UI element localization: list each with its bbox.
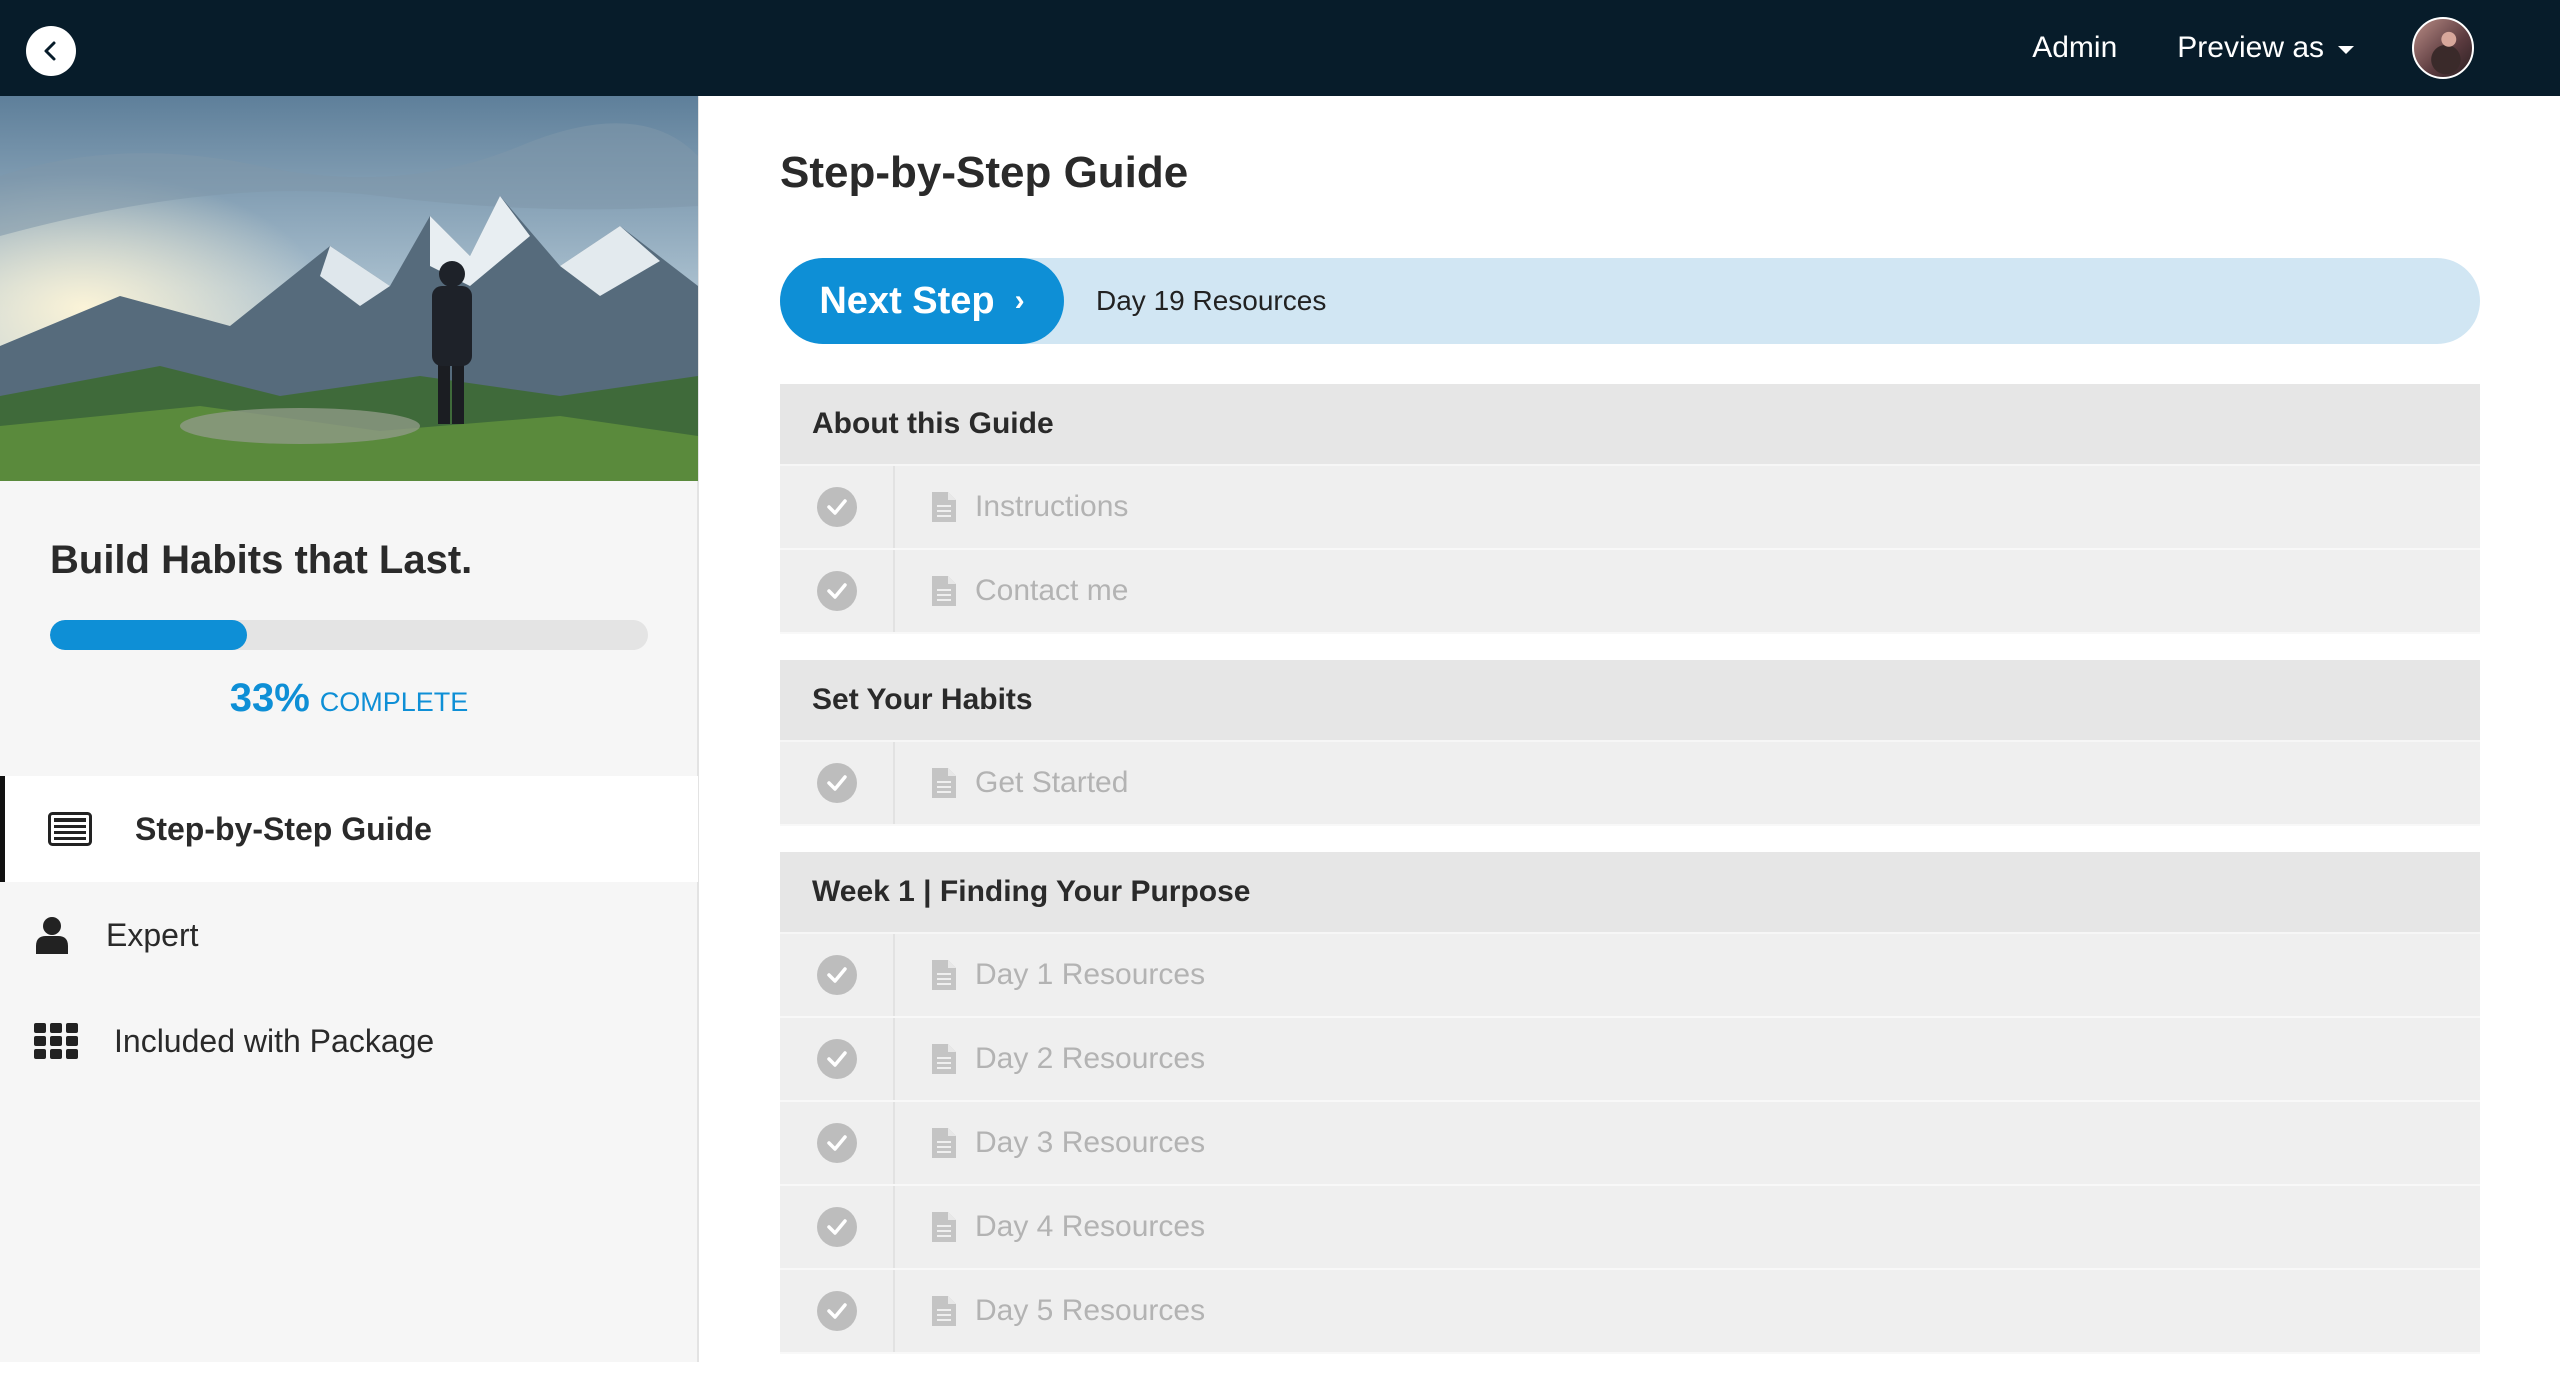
- check-circle-icon: [816, 955, 857, 995]
- lesson-title: Day 4 Resources: [975, 1210, 1206, 1243]
- user-icon: [22, 916, 82, 954]
- lesson-row[interactable]: Instructions: [780, 466, 2480, 550]
- document-icon: [931, 1186, 957, 1268]
- document-icon: [931, 1270, 957, 1352]
- caret-down-icon: [2338, 46, 2354, 54]
- document-icon: [931, 1102, 957, 1184]
- lesson-row[interactable]: Day 3 Resources: [780, 1102, 2480, 1186]
- completion-cell: [780, 1018, 895, 1100]
- course-cover-image: [0, 96, 698, 481]
- completion-cell: [780, 550, 895, 632]
- lesson-row[interactable]: Day 1 Resources: [780, 934, 2480, 1018]
- check-circle-icon: [816, 1039, 857, 1079]
- lesson-title: Day 5 Resources: [975, 1294, 1206, 1327]
- progress-label: 33% COMPLETE: [0, 676, 698, 721]
- sidebar-item-label: Included with Package: [114, 1022, 435, 1059]
- lesson-title: Day 2 Resources: [975, 1042, 1206, 1075]
- course-title: Build Habits that Last.: [50, 538, 473, 582]
- check-circle-icon: [816, 1207, 857, 1247]
- curriculum-section: Set Your Habits Get Started: [780, 660, 2480, 826]
- completion-cell: [780, 1102, 895, 1184]
- sidebar-item-step-by-step-guide[interactable]: Step-by-Step Guide: [0, 776, 698, 882]
- lesson-title: Get Started: [975, 766, 1129, 799]
- grid-icon: [26, 1023, 86, 1059]
- section-title: Set Your Habits: [780, 660, 2480, 742]
- document-icon: [931, 934, 957, 1016]
- progress-bar-fill: [50, 620, 248, 650]
- document-icon: [931, 466, 957, 548]
- completion-cell: [780, 1270, 895, 1352]
- curriculum-section: Week 1 | Finding Your Purpose Day 1 Resou…: [780, 852, 2480, 1354]
- next-step-button[interactable]: Next Step ›: [780, 258, 1064, 344]
- sidebar: Build Habits that Last. 33% COMPLETE Step…: [0, 96, 699, 1362]
- preview-as-label: Preview as: [2177, 31, 2324, 64]
- sidebar-item-included-with-package[interactable]: Included with Package: [0, 988, 698, 1094]
- top-bar: Admin Preview as: [0, 0, 2560, 96]
- next-step-bar: Next Step › Day 19 Resources: [780, 258, 2480, 344]
- chevron-left-icon: [44, 41, 56, 61]
- lesson-title: Instructions: [975, 490, 1129, 523]
- sidebar-nav: Step-by-Step Guide Expert Included with …: [0, 776, 698, 1094]
- check-circle-icon: [816, 487, 857, 527]
- lesson-title: Day 3 Resources: [975, 1126, 1206, 1159]
- check-circle-icon: [816, 1291, 857, 1331]
- lesson-title: Contact me: [975, 574, 1129, 607]
- lesson-row[interactable]: Day 4 Resources: [780, 1186, 2480, 1270]
- check-circle-icon: [816, 1123, 857, 1163]
- completion-cell: [780, 1186, 895, 1268]
- check-circle-icon: [816, 571, 857, 611]
- progress-bar: [50, 620, 648, 650]
- lesson-title: Day 1 Resources: [975, 958, 1206, 991]
- completion-cell: [780, 742, 895, 824]
- lesson-row[interactable]: Contact me: [780, 550, 2480, 634]
- sidebar-item-label: Expert: [106, 916, 199, 953]
- top-nav: Admin Preview as: [2032, 0, 2560, 96]
- next-step-target[interactable]: Day 19 Resources: [1096, 258, 1326, 344]
- progress-complete-label: COMPLETE: [319, 687, 469, 717]
- lesson-row[interactable]: Day 2 Resources: [780, 1018, 2480, 1102]
- section-title: Week 1 | Finding Your Purpose: [780, 852, 2480, 934]
- completion-cell: [780, 466, 895, 548]
- completion-cell: [780, 934, 895, 1016]
- document-icon: [931, 1018, 957, 1100]
- curriculum: About this Guide Instructions Contact me Se…: [780, 384, 2480, 1380]
- page-title: Step-by-Step Guide: [780, 148, 1189, 197]
- section-title: About this Guide: [780, 384, 2480, 466]
- preview-as-dropdown[interactable]: Preview as: [2177, 31, 2354, 65]
- curriculum-section: About this Guide Instructions Contact me: [780, 384, 2480, 634]
- document-icon: [931, 742, 957, 824]
- back-button[interactable]: [26, 26, 76, 76]
- chevron-right-icon: ›: [1014, 284, 1025, 317]
- lesson-row[interactable]: Get Started: [780, 742, 2480, 826]
- next-step-label: Next Step: [819, 279, 995, 322]
- avatar[interactable]: [2412, 17, 2474, 79]
- sidebar-item-expert[interactable]: Expert: [0, 882, 698, 988]
- check-circle-icon: [816, 763, 857, 803]
- lesson-row[interactable]: Day 5 Resources: [780, 1270, 2480, 1354]
- admin-link[interactable]: Admin: [2032, 31, 2117, 65]
- progress-percent: 33%: [229, 676, 310, 720]
- sidebar-item-label: Step-by-Step Guide: [135, 810, 432, 847]
- list-icon: [40, 812, 100, 846]
- document-icon: [931, 550, 957, 632]
